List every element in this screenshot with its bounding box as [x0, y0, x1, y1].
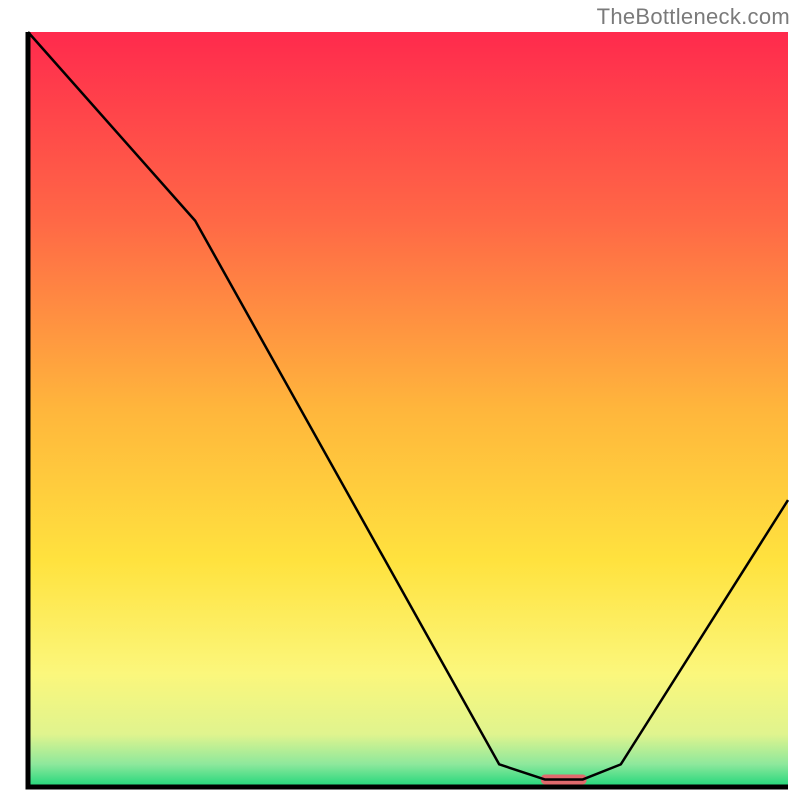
watermark-text: TheBottleneck.com	[597, 4, 790, 30]
chart-background	[28, 32, 788, 787]
bottleneck-chart	[20, 30, 790, 795]
chart-container	[20, 30, 790, 795]
